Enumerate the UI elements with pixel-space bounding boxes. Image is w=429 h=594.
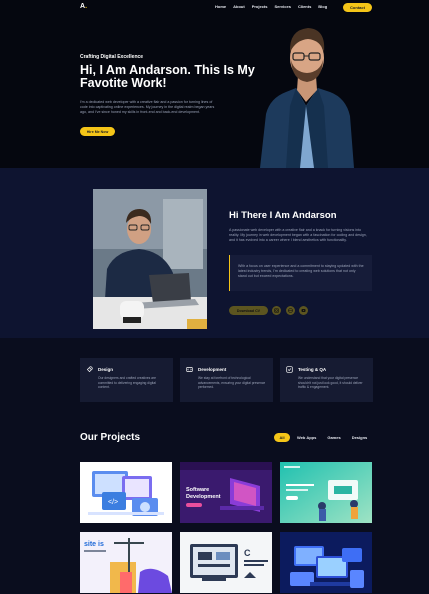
service-title: Testing & QA xyxy=(298,367,327,372)
hero-section: Crafting Digital Excellence Hi, I Am And… xyxy=(0,16,429,168)
about-quote: With a focus on user experience and a co… xyxy=(229,255,372,291)
filter-designs[interactable]: Designs xyxy=(352,435,368,440)
project-card-3[interactable] xyxy=(280,462,372,523)
nav-link-clients[interactable]: Clients xyxy=(298,4,311,9)
filter-games[interactable]: Games xyxy=(327,435,340,440)
nav-links: Home About Projects Services Clients Blo… xyxy=(215,4,327,9)
service-title: Design xyxy=(98,367,114,372)
about-title: Hi There I Am Andarson xyxy=(229,210,337,221)
filter-all[interactable]: All xyxy=(274,433,290,442)
projects-title: Our Projects xyxy=(80,432,141,443)
service-card-development[interactable]: Development We stay at forefront of tech… xyxy=(180,358,273,402)
hero-portrait-image xyxy=(260,28,354,168)
nav-link-blog[interactable]: Blog xyxy=(318,4,327,9)
project-card-1[interactable]: </> xyxy=(80,462,172,523)
project-filters: All Web Apps Games Designs xyxy=(274,433,378,442)
nav-link-services[interactable]: Services xyxy=(274,4,290,9)
logo[interactable]: A. xyxy=(80,3,87,10)
project-card-5[interactable]: C xyxy=(180,532,272,593)
instagram-icon[interactable] xyxy=(272,306,281,315)
code-icon xyxy=(186,367,193,372)
rocket-icon xyxy=(86,366,93,373)
filter-web-apps[interactable]: Web Apps xyxy=(297,435,316,440)
about-portrait-image xyxy=(93,189,207,329)
svg-text:C: C xyxy=(244,548,251,558)
navbar: A. Home About Projects Services Clients … xyxy=(0,0,429,16)
globe-icon[interactable] xyxy=(286,306,295,315)
card-title-development: Development xyxy=(186,494,221,500)
service-text: Our designers and crafted creatives are … xyxy=(98,376,156,390)
about-description: A passionate web developer with a creati… xyxy=(229,228,367,242)
nav-link-home[interactable]: Home xyxy=(215,4,226,9)
project-card-2[interactable]: Software Development xyxy=(180,462,272,523)
project-card-4[interactable]: site is xyxy=(80,532,172,593)
svg-text:</>: </> xyxy=(108,499,118,506)
projects-section: Our Projects All Web Apps Games Designs … xyxy=(0,408,429,594)
svg-text:site is: site is xyxy=(84,541,104,548)
youtube-icon[interactable] xyxy=(299,306,308,315)
service-text: We understand that your digital presence… xyxy=(298,376,363,390)
hero-eyebrow: Crafting Digital Excellence xyxy=(80,54,144,60)
download-cv-button[interactable]: Download CV xyxy=(229,306,268,315)
services-section: Design Our designers and crafted creativ… xyxy=(0,338,429,408)
contact-button[interactable]: Contact xyxy=(343,3,372,12)
service-card-testing[interactable]: Testing & QA We understand that your dig… xyxy=(280,358,373,402)
nav-link-about[interactable]: About xyxy=(233,4,245,9)
service-card-design[interactable]: Design Our designers and crafted creativ… xyxy=(80,358,173,402)
hire-me-button[interactable]: Hire Me Now xyxy=(80,127,115,136)
project-card-6[interactable] xyxy=(280,532,372,593)
nav-link-projects[interactable]: Projects xyxy=(252,4,268,9)
about-section: Hi There I Am Andarson A passionate web … xyxy=(0,168,429,338)
hero-title: Hi, I Am Andarson. This Is My Favotite W… xyxy=(80,63,255,90)
card-title-software: Software xyxy=(186,487,209,493)
service-title: Development xyxy=(198,367,227,372)
check-icon xyxy=(286,366,293,373)
hero-description: I'm a dedicated web developer with a cre… xyxy=(80,100,215,114)
service-text: We stay at forefront of technological ad… xyxy=(198,376,266,390)
